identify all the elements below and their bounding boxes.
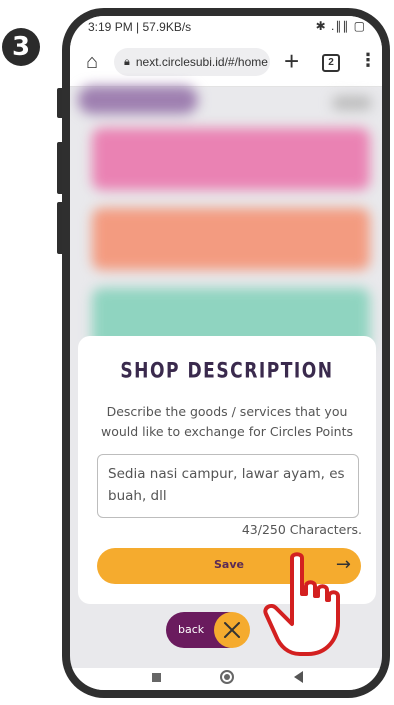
- status-bar: 3:19 PM | 57.9KB/s ✱ .∥∥ ▢: [70, 16, 382, 38]
- more-vert-icon[interactable]: ⋮: [359, 50, 377, 71]
- background-header-pill: [332, 96, 372, 110]
- recent-apps-icon[interactable]: [152, 673, 161, 682]
- new-tab-icon[interactable]: +: [284, 46, 299, 77]
- android-nav-bar: [70, 668, 382, 690]
- modal-description: Describe the goods / services that you w…: [100, 404, 354, 439]
- status-icons: ✱ .∥∥ ▢: [315, 19, 366, 33]
- url-field[interactable]: 🔒︎ next.circlesubi.id/#/home: [114, 48, 270, 76]
- background-card: [92, 128, 370, 190]
- status-time-speed: 3:19 PM | 57.9KB/s: [88, 20, 192, 34]
- back-toggle[interactable]: back: [166, 612, 250, 648]
- shop-description-field[interactable]: Sedia nasi campur, lawar ayam, es buah, …: [97, 454, 359, 518]
- url-text: next.circlesubi.id/#/home: [135, 55, 268, 69]
- back-nav-icon[interactable]: [294, 671, 303, 683]
- character-counter: 43/250 Characters.: [241, 522, 362, 537]
- blurred-background: [70, 86, 382, 366]
- step-number-badge: 3: [2, 28, 40, 66]
- home-icon[interactable]: ⌂: [86, 51, 98, 74]
- browser-toolbar: ⌂ 🔒︎ next.circlesubi.id/#/home + 2 ⋮: [70, 38, 382, 87]
- modal-title: SHOP DESCRIPTION: [120, 358, 334, 384]
- lock-icon: 🔒︎: [124, 55, 130, 68]
- tabs-count-icon[interactable]: 2: [322, 54, 340, 72]
- background-card: [92, 208, 370, 270]
- home-button-icon[interactable]: [220, 670, 234, 684]
- hand-pointer-icon: [263, 552, 340, 656]
- close-icon: [224, 622, 240, 638]
- back-label: back: [178, 623, 205, 636]
- close-button[interactable]: [214, 612, 250, 648]
- background-header-pill: [78, 86, 198, 114]
